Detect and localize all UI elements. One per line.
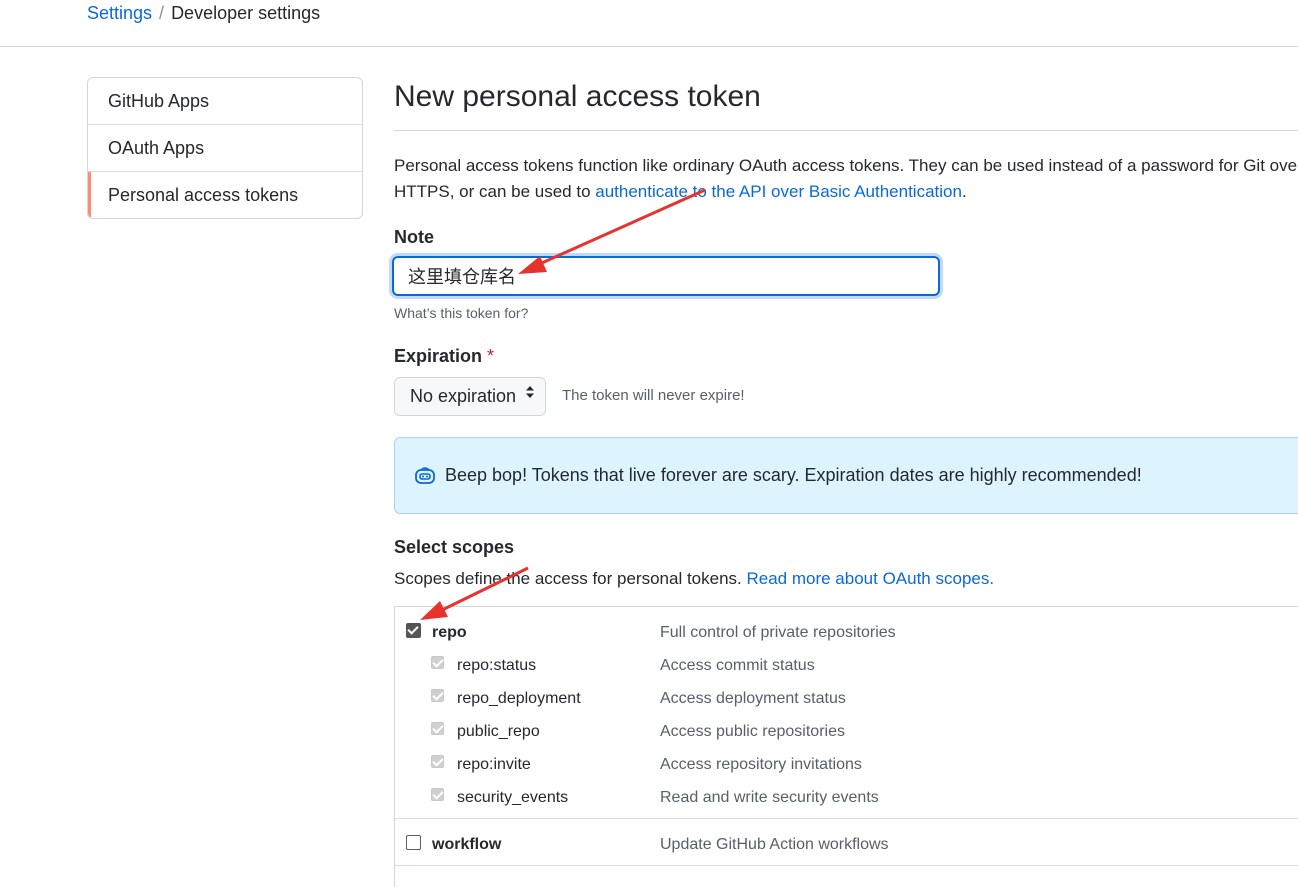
intro-line-2: HTTPS, or can be used to — [394, 182, 596, 201]
chevron-up-down-icon — [525, 378, 535, 415]
scope-name: repo:invite — [457, 756, 531, 773]
scope-name: repo — [432, 624, 467, 641]
scope-checkbox-public-repo[interactable] — [431, 722, 444, 735]
header-divider — [0, 46, 1298, 47]
scope-divider — [395, 818, 1298, 819]
expiration-label-text: Expiration — [394, 346, 483, 366]
scopes-description: Scopes define the access for personal to… — [394, 569, 994, 589]
sidebar-item-github-apps[interactable]: GitHub Apps — [88, 78, 362, 125]
banner-message: Beep bop! Tokens that live forever are s… — [445, 465, 1142, 485]
sidebar-item-label: Personal access tokens — [108, 185, 299, 205]
expiration-select[interactable]: No expiration — [394, 377, 546, 416]
developer-settings-sidebar: GitHub Apps OAuth Apps Personal access t… — [87, 77, 363, 219]
note-input[interactable] — [392, 256, 940, 296]
scope-description: Update GitHub Action workflows — [660, 836, 889, 853]
expiration-label: Expiration * — [394, 346, 494, 367]
breadcrumb: Settings / Developer settings — [87, 3, 320, 24]
intro-end: . — [961, 182, 967, 201]
scope-description: Access repository invitations — [660, 756, 862, 773]
sidebar-item-personal-access-tokens[interactable]: Personal access tokens — [88, 172, 362, 218]
scope-description: Full control of private repositories — [660, 624, 896, 641]
sidebar-item-oauth-apps[interactable]: OAuth Apps — [88, 125, 362, 172]
scope-description: Read and write security events — [660, 789, 879, 806]
scopes-table: repo Full control of private repositorie… — [394, 606, 1298, 887]
scope-checkbox-repo-invite[interactable] — [431, 755, 444, 768]
scopes-description-text: Scopes define the access for personal to… — [394, 569, 747, 588]
expiration-selected-value: No expiration — [410, 386, 517, 406]
scope-name: workflow — [432, 836, 502, 853]
scope-checkbox-repo-deployment[interactable] — [431, 689, 444, 702]
intro-text: Personal access tokens function like ord… — [394, 153, 1298, 205]
scope-checkbox-workflow[interactable] — [406, 835, 421, 850]
scope-description: Access commit status — [660, 657, 815, 674]
basic-auth-link[interactable]: authenticate to the API over Basic Authe… — [595, 182, 962, 201]
note-label: Note — [394, 227, 434, 247]
breadcrumb-settings-link[interactable]: Settings — [87, 3, 152, 23]
page-title: New personal access token — [394, 80, 761, 113]
scope-description: Access deployment status — [660, 690, 846, 707]
breadcrumb-separator: / — [159, 3, 165, 23]
scope-checkbox-repo-status[interactable] — [431, 656, 444, 669]
title-divider — [394, 130, 1298, 131]
scope-name: repo:status — [457, 657, 537, 674]
scope-description: Access public repositories — [660, 723, 845, 740]
scopes-label: Select scopes — [394, 537, 515, 557]
scope-name: public_repo — [457, 723, 540, 740]
sidebar-item-label: OAuth Apps — [108, 138, 205, 158]
scope-checkbox-repo[interactable] — [406, 623, 421, 638]
sidebar-item-label: GitHub Apps — [108, 91, 210, 111]
required-marker: * — [487, 346, 495, 366]
oauth-scopes-link[interactable]: Read more about OAuth scopes. — [746, 569, 994, 588]
breadcrumb-current: Developer settings — [171, 3, 321, 23]
intro-line-1: Personal access tokens function like ord… — [394, 156, 1298, 175]
scope-divider — [395, 865, 1298, 866]
expiration-warning-banner: Beep bop! Tokens that live forever are s… — [394, 437, 1298, 514]
note-hint: What’s this token for? — [394, 305, 529, 321]
bot-icon — [414, 466, 436, 491]
scope-name: repo_deployment — [457, 690, 581, 707]
scope-name: security_events — [457, 789, 569, 806]
scope-checkbox-security-events[interactable] — [431, 788, 444, 801]
expiration-note: The token will never expire! — [562, 387, 745, 404]
